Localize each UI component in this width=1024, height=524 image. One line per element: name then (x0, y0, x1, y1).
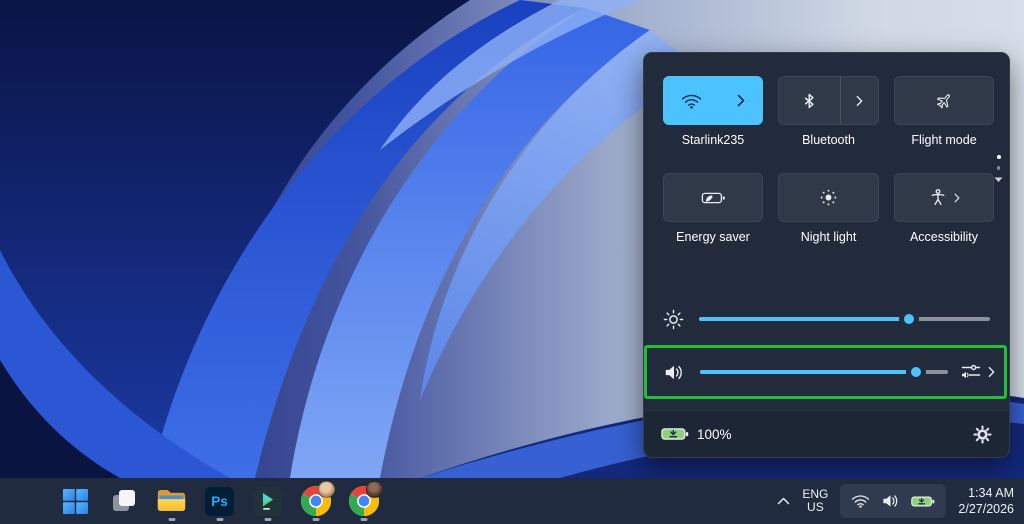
battery-charging-icon (661, 428, 689, 440)
select-sound-output-button[interactable] (961, 363, 995, 381)
taskbar: Ps ENG US 1:34 AM 2/27/2026 (0, 478, 1024, 524)
page-dot-current (996, 155, 1001, 159)
page-down-arrow-icon[interactable] (994, 177, 1003, 183)
windows-start-icon (63, 488, 88, 514)
gear-icon[interactable] (973, 424, 992, 444)
tray-overflow-button[interactable] (777, 497, 790, 505)
accessibility-tile-label: Accessibility (909, 230, 979, 244)
chevron-right-icon (856, 95, 863, 106)
wifi-tile-label: Starlink235 (681, 133, 745, 147)
quick-settings-tiles: Starlink235 Bluetooth Flight mode Energy… (663, 76, 994, 244)
clock[interactable]: 1:34 AM 2/27/2026 (958, 485, 1014, 517)
page-indicator (994, 155, 1003, 183)
flight-mode-tile-label: Flight mode (911, 133, 977, 147)
page-dot (996, 166, 1001, 170)
bluetooth-tile[interactable] (778, 76, 879, 125)
running-indicator (168, 518, 175, 521)
battery-percent-label: 100% (697, 426, 732, 442)
wifi-icon (681, 94, 702, 109)
brightness-slider-thumb[interactable] (898, 309, 919, 329)
task-view-icon (112, 490, 135, 511)
speaker-icon (665, 365, 682, 379)
volume-slider-row (663, 358, 995, 386)
running-indicator (360, 518, 367, 521)
windows-desktop: Starlink235 Bluetooth Flight mode Energy… (0, 0, 1024, 524)
language-line2: US (807, 500, 824, 514)
chevron-right-icon (954, 193, 959, 202)
volume-slider-thumb[interactable] (905, 362, 926, 382)
chevron-right-icon (988, 366, 995, 378)
energy-saver-tile-label: Energy saver (676, 230, 750, 244)
date-label: 2/27/2026 (958, 502, 1014, 516)
profile-avatar (365, 481, 383, 498)
chevron-up-icon (778, 497, 790, 505)
quick-settings-tray-button[interactable] (840, 484, 947, 518)
volume-slider[interactable] (700, 362, 948, 382)
language-line1: ENG (802, 486, 829, 501)
quick-settings-panel: Starlink235 Bluetooth Flight mode Energy… (643, 52, 1010, 458)
energy-saver-tile[interactable] (663, 173, 763, 222)
brightness-slider-fill (699, 309, 919, 329)
folder-icon (157, 490, 186, 512)
file-explorer-button[interactable] (152, 480, 191, 522)
battery-charging-icon (911, 496, 935, 506)
filmora-play-icon (253, 486, 282, 516)
chrome-profile-2-button[interactable] (344, 480, 383, 522)
time-label: 1:34 AM (968, 486, 1014, 500)
volume-slider-fill (700, 362, 926, 382)
bluetooth-icon (804, 93, 814, 108)
accessibility-tile[interactable] (894, 173, 994, 222)
brightness-sun-icon (663, 309, 684, 329)
filmora-button[interactable] (248, 480, 287, 522)
brightness-slider[interactable] (699, 309, 990, 329)
night-light-sun-icon (820, 189, 837, 206)
running-indicator (216, 518, 223, 521)
start-button[interactable] (56, 480, 95, 522)
audio-output-mixer-icon (961, 364, 981, 379)
flight-mode-tile[interactable] (894, 76, 994, 125)
wifi-icon (852, 495, 870, 508)
chevron-right-icon (737, 94, 745, 107)
task-view-button[interactable] (104, 480, 143, 522)
battery-status[interactable]: 100% (661, 426, 732, 442)
language-indicator[interactable]: ENG US (802, 486, 829, 515)
chrome-profile-1-button[interactable] (296, 480, 335, 522)
accessibility-person-icon (931, 189, 944, 206)
battery-leaf-icon (701, 192, 725, 203)
system-tray: ENG US 1:34 AM 2/27/2026 (777, 478, 1014, 524)
quick-settings-footer: 100% (644, 410, 1009, 457)
taskbar-pinned-icons: Ps (56, 478, 383, 524)
bluetooth-toggle[interactable] (779, 77, 840, 124)
bluetooth-expand[interactable] (841, 77, 878, 124)
bluetooth-tile-label: Bluetooth (802, 133, 855, 147)
night-light-tile-label: Night light (800, 230, 857, 244)
night-light-tile[interactable] (778, 173, 879, 222)
running-indicator (312, 518, 319, 521)
speaker-icon (883, 495, 898, 507)
running-indicator (264, 518, 271, 521)
wifi-tile[interactable] (663, 76, 763, 125)
profile-avatar (317, 481, 335, 498)
airplane-icon (936, 93, 950, 108)
photoshop-button[interactable]: Ps (200, 480, 239, 522)
brightness-slider-row (663, 305, 990, 333)
photoshop-ps-icon: Ps (205, 486, 234, 516)
